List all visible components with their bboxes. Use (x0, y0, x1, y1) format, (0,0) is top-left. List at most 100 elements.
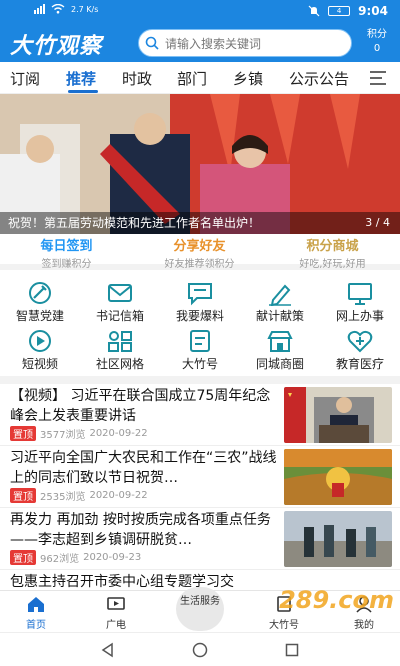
chat-icon (188, 283, 212, 306)
recents-icon[interactable] (284, 642, 300, 658)
status-bar: 2.7 K/s 4 9:04 (0, 0, 400, 22)
battery-icon: 4 (328, 6, 351, 16)
divider (0, 376, 400, 384)
grid-item-smart-party[interactable]: 智慧党建 (0, 280, 80, 324)
shop-icon (267, 331, 293, 352)
grid-item-dazhu-account[interactable]: 大竹号 (160, 328, 240, 372)
tab-announcements[interactable]: 公示公告 (289, 68, 349, 89)
grid-item-label: 我要爆料 (175, 309, 224, 323)
news-date: 2020-09-22 (89, 490, 148, 501)
news-item[interactable]: 习近平向全国广大农民和工作在“三农”战线上的同志们致以节日祝贺… 置顶 2535… (0, 446, 400, 508)
tv-icon (107, 597, 125, 610)
grid-people-icon (108, 331, 132, 352)
quick-link-title: 每日签到 (40, 239, 93, 254)
quick-link-subtitle: 签到赚积分 (41, 259, 92, 270)
grid-item-report[interactable]: 我要爆料 (160, 280, 240, 324)
banner-carousel[interactable]: 祝贺！第五届劳动模范和先进工作者名单出炉！ 3 / 4 (0, 94, 400, 234)
news-meta: 置顶 2535浏览 2020-09-22 (10, 488, 148, 503)
search-placeholder: 请输入搜索关键词 (165, 36, 262, 51)
news-title: 【视频】 习近平在联合国成立75周年纪念峰会上发表重要讲话 (10, 388, 271, 424)
tab-politics[interactable]: 时政 (122, 68, 152, 89)
quick-link-title: 积分商城 (306, 239, 359, 254)
nav-label: 我的 (354, 620, 374, 631)
medical-icon (347, 330, 373, 353)
system-navigation-bar (0, 632, 400, 666)
home-circle-icon[interactable] (192, 642, 208, 658)
pinned-badge: 置顶 (10, 550, 36, 565)
news-title: 再发力 再加劲 按时按质完成各项重点任务——李志超到乡镇调研脱贫… (10, 512, 271, 548)
news-item[interactable]: 再发力 再加劲 按时按质完成各项重点任务——李志超到乡镇调研脱贫… 置顶 962… (0, 508, 400, 570)
grid-item-local-shops[interactable]: 同城商圈 (240, 328, 320, 372)
quick-link-title: 分享好友 (173, 239, 226, 254)
banner-caption-text: 祝贺！第五届劳动模范和先进工作者名单出炉！ (8, 216, 261, 230)
news-thumbnail (284, 449, 392, 505)
grid-item-label: 同城商圈 (255, 357, 304, 371)
grid-item-short-video[interactable]: 短视频 (0, 328, 80, 372)
mail-icon (108, 284, 132, 302)
watermark: 289.com (279, 586, 394, 614)
grid-item-community-grid[interactable]: 社区网格 (80, 328, 160, 372)
nav-label: 首页 (26, 620, 46, 631)
search-box[interactable]: 请输入搜索关键词 (138, 29, 352, 57)
news-item[interactable]: 【视频】 习近平在联合国成立75周年纪念峰会上发表重要讲话 置顶 3577浏览 … (0, 384, 400, 446)
badge-icon (190, 330, 210, 352)
share-friends-link[interactable]: 分享好友 好友推荐领积分 (133, 234, 266, 270)
news-title: 包惠主持召开市委中心组专题学习交 (10, 574, 234, 590)
app-header: 大竹观察 请输入搜索关键词 积分 0 (0, 24, 400, 62)
news-views: 3577浏览 (40, 430, 86, 441)
news-views: 962浏览 (40, 554, 80, 565)
grid-item-suggestions[interactable]: 献计献策 (240, 280, 320, 324)
nav-home[interactable]: 首页 (6, 595, 66, 631)
nav-tv[interactable]: 广电 (86, 595, 146, 631)
play-icon (29, 330, 51, 352)
tab-subscribe[interactable]: 订阅 (10, 68, 40, 89)
news-thumbnail (284, 511, 392, 567)
points-value: 0 (373, 43, 381, 54)
daily-checkin-link[interactable]: 每日签到 签到赚积分 (0, 234, 133, 270)
grid-item-label: 社区网格 (95, 357, 144, 371)
home-icon (28, 597, 44, 612)
grid-item-label: 书记信箱 (95, 309, 144, 323)
news-views: 2535浏览 (40, 492, 86, 503)
pen-icon (269, 284, 291, 306)
news-thumbnail (284, 387, 392, 443)
nav-life-services[interactable]: 生活服务 (176, 587, 224, 631)
quick-links: 每日签到 签到赚积分 分享好友 好友推荐领积分 积分商城 好吃,好玩,好用 (0, 234, 400, 270)
news-date: 2020-09-22 (89, 428, 148, 439)
wifi-icon (51, 4, 65, 14)
news-title: 习近平向全国广大农民和工作在“三农”战线上的同志们致以节日祝贺… (10, 450, 277, 486)
nav-label: 广电 (106, 620, 126, 631)
grid-item-label: 网上办事 (335, 309, 384, 323)
quick-link-subtitle: 好友推荐领积分 (164, 259, 235, 270)
grid-item-online-services[interactable]: 网上办事 (320, 280, 400, 324)
app-logo: 大竹观察 (10, 34, 103, 59)
back-icon[interactable] (100, 642, 116, 658)
active-tab-indicator (68, 90, 98, 93)
points-button[interactable]: 积分 0 (360, 28, 394, 56)
tab-departments[interactable]: 部门 (177, 68, 207, 89)
monitor-icon (348, 283, 372, 305)
grid-item-label: 教育医疗 (335, 357, 384, 371)
tab-towns[interactable]: 乡镇 (233, 68, 263, 89)
service-grid: 智慧党建 书记信箱 我要爆料 献计献策 网上办事 短视频 社区网格 大竹号 同城… (0, 276, 400, 376)
news-date: 2020-09-23 (83, 552, 142, 563)
search-icon (139, 36, 165, 50)
quick-link-subtitle: 好吃,好玩,好用 (299, 259, 366, 270)
clock: 9:04 (358, 4, 388, 18)
pinned-badge: 置顶 (10, 426, 36, 441)
grid-item-education-medical[interactable]: 教育医疗 (320, 328, 400, 372)
tab-recommend[interactable]: 推荐 (66, 68, 96, 89)
network-speed: 2.7 K/s (71, 4, 99, 14)
grid-item-label: 短视频 (21, 357, 58, 371)
party-hammer-icon (29, 282, 51, 304)
menu-icon[interactable] (370, 71, 386, 89)
grid-item-secretary-mailbox[interactable]: 书记信箱 (80, 280, 160, 324)
grid-item-label: 智慧党建 (15, 309, 64, 323)
banner-caption: 祝贺！第五届劳动模范和先进工作者名单出炉！ 3 / 4 (0, 212, 400, 234)
grid-item-label: 大竹号 (181, 357, 218, 371)
nav-label: 大竹号 (269, 620, 299, 631)
grid-item-label: 献计献策 (255, 309, 304, 323)
points-mall-link[interactable]: 积分商城 好吃,好玩,好用 (266, 234, 399, 270)
news-meta: 置顶 3577浏览 2020-09-22 (10, 426, 148, 441)
banner-page-indicator: 3 / 4 (365, 216, 390, 229)
